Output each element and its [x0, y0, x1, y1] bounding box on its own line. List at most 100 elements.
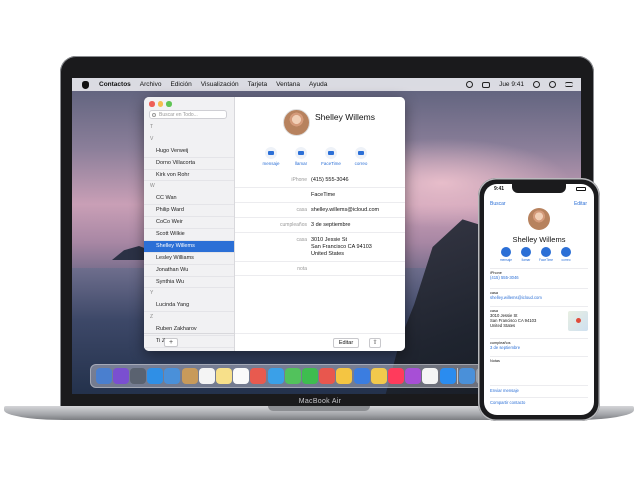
list-item[interactable]: CC Wan	[144, 193, 234, 206]
menu-app[interactable]: Contactos	[99, 81, 131, 88]
macbook-label: MacBook Air	[298, 398, 342, 405]
menu-bar: Contactos Archivo Edición Visualización …	[72, 78, 581, 91]
apple-icon[interactable]	[82, 80, 89, 89]
dock-app-icon[interactable]	[233, 368, 250, 384]
field-value[interactable]: shelley.willems@icloud.com	[311, 207, 405, 214]
list-item[interactable]: Kirk von Rohr	[144, 170, 234, 182]
dock-app-icon[interactable]	[250, 368, 267, 384]
send-message-link[interactable]: Enviar mensaje	[490, 385, 588, 393]
map-thumbnail[interactable]	[568, 311, 588, 331]
field-note[interactable]: nota	[235, 262, 405, 276]
dock-app-icon[interactable]	[147, 368, 164, 384]
list-item[interactable]: CoCo Weir	[144, 217, 234, 230]
dock-separator	[456, 368, 458, 384]
phone-section[interactable]: iPhone (415) 555-3046	[490, 268, 588, 280]
menu-archivo[interactable]: Archivo	[140, 81, 162, 88]
address-section[interactable]: casa 3010 Jessie St San Francisco CA 941…	[490, 306, 588, 336]
list-item[interactable]: Philip Ward	[144, 205, 234, 218]
wifi-icon[interactable]	[466, 81, 474, 88]
menu-ventana[interactable]: Ventana	[276, 81, 300, 88]
dock	[90, 364, 498, 388]
contact-list: T V Hugo Verweij Dorno Villacorta Kirk von R…	[144, 122, 234, 348]
phone-value[interactable]: (415) 555-3046	[490, 275, 588, 280]
dock-app-icon[interactable]	[439, 368, 456, 384]
macbook-notch	[268, 406, 370, 411]
list-item[interactable]: Hugo Verweij	[144, 146, 234, 158]
dock-app-icon[interactable]	[130, 368, 146, 384]
back-button[interactable]: Buscar	[490, 201, 506, 207]
zoom-button[interactable]	[166, 101, 172, 107]
dock-app-icon[interactable]	[405, 368, 422, 384]
traffic-lights	[149, 101, 172, 107]
field-value[interactable]: (415) 555-3046	[311, 177, 405, 184]
dock-app-icon[interactable]	[388, 368, 405, 384]
facetime-action[interactable]: FaceTime	[539, 247, 553, 262]
menu-clock[interactable]: Jue 9:41	[499, 81, 524, 88]
siri-icon[interactable]	[549, 81, 556, 88]
avatar	[528, 208, 550, 230]
phone-icon	[521, 247, 531, 257]
share-button[interactable]: ⇧	[369, 338, 381, 348]
field-value[interactable]: 3010 Jessie St San Francisco CA 94103 Un…	[311, 237, 405, 258]
message-action[interactable]: mensaje	[259, 147, 283, 166]
dock-app-icon[interactable]	[353, 368, 370, 384]
contact-detail: Shelley Willems mensaje llamar FaceTime …	[235, 97, 405, 351]
list-section-header: T	[150, 124, 154, 130]
list-item[interactable]: Lucinda Yang	[144, 300, 234, 313]
avatar	[283, 109, 310, 136]
field-key: Notas	[490, 359, 500, 363]
menu-tarjeta[interactable]: Tarjeta	[248, 81, 268, 88]
edit-button[interactable]: Editar	[333, 338, 359, 348]
call-action[interactable]: llamar	[519, 247, 533, 262]
email-section[interactable]: casa shelley.willems@icloud.com	[490, 288, 588, 300]
facetime-action[interactable]: FaceTime	[319, 147, 343, 166]
birthday-section: cumpleaños 3 de septiembre	[490, 338, 588, 350]
list-item[interactable]: Dorno Villacorta	[144, 158, 234, 170]
dock-app-icon[interactable]	[198, 368, 215, 384]
dock-app-icon[interactable]	[284, 368, 301, 384]
list-item[interactable]: Jonathan Wu	[144, 265, 234, 277]
list-item[interactable]: Lesley Williams	[144, 253, 234, 265]
dock-app-icon[interactable]	[267, 368, 284, 384]
phone-icon	[295, 147, 307, 159]
contact-actions: mensaje llamar FaceTime correo	[259, 147, 373, 166]
add-contact-button[interactable]: +	[164, 338, 178, 347]
menu-visualizacion[interactable]: Visualización	[201, 81, 239, 88]
iphone-screen: 9:41 Buscar Editar Shelley Willems mensa…	[484, 184, 594, 415]
list-section-header: Y	[150, 290, 154, 297]
dock-app-icon[interactable]	[422, 368, 439, 384]
dock-app-icon[interactable]	[319, 368, 336, 384]
mail-action[interactable]: correo	[349, 147, 373, 166]
list-section-header: Z	[150, 314, 154, 321]
message-action[interactable]: mensaje	[499, 247, 513, 262]
call-action[interactable]: llamar	[289, 147, 313, 166]
dock-app-icon[interactable]	[181, 368, 198, 384]
edit-button[interactable]: Editar	[574, 201, 587, 207]
dock-app-icon[interactable]	[336, 368, 353, 384]
search-input[interactable]: Buscar en Todo...	[149, 110, 227, 119]
dock-app-icon[interactable]	[164, 368, 181, 384]
battery-icon[interactable]	[482, 81, 491, 88]
list-item[interactable]: Scott Wilkie	[144, 229, 234, 241]
menu-ayuda[interactable]: Ayuda	[309, 81, 327, 88]
dock-app-icon[interactable]	[459, 368, 476, 384]
email-value[interactable]: shelley.willems@icloud.com	[490, 295, 588, 300]
share-contact-link[interactable]: Compartir contacto	[490, 397, 588, 405]
notification-center-icon[interactable]	[565, 82, 573, 87]
close-button[interactable]	[149, 101, 155, 107]
dock-app-icon[interactable]	[95, 368, 112, 384]
action-label: mensaje	[262, 161, 280, 166]
contact-fields: iPhone (415) 555-3046 FaceTime casa shel…	[235, 173, 405, 276]
dock-app-icon[interactable]	[302, 368, 319, 384]
mail-action[interactable]: correo	[559, 247, 573, 262]
notes-section[interactable]: Notas	[490, 356, 588, 384]
field-value[interactable]: FaceTime	[311, 192, 405, 199]
spotlight-icon[interactable]	[533, 81, 540, 88]
dock-app-icon[interactable]	[216, 368, 233, 384]
minimize-button[interactable]	[157, 101, 163, 107]
list-item[interactable]: Synthia Wu	[144, 277, 234, 289]
list-item[interactable]: Shelley Willems	[144, 240, 234, 253]
dock-app-icon[interactable]	[112, 368, 129, 384]
menu-edicion[interactable]: Edición	[170, 81, 191, 88]
dock-app-icon[interactable]	[370, 368, 387, 384]
